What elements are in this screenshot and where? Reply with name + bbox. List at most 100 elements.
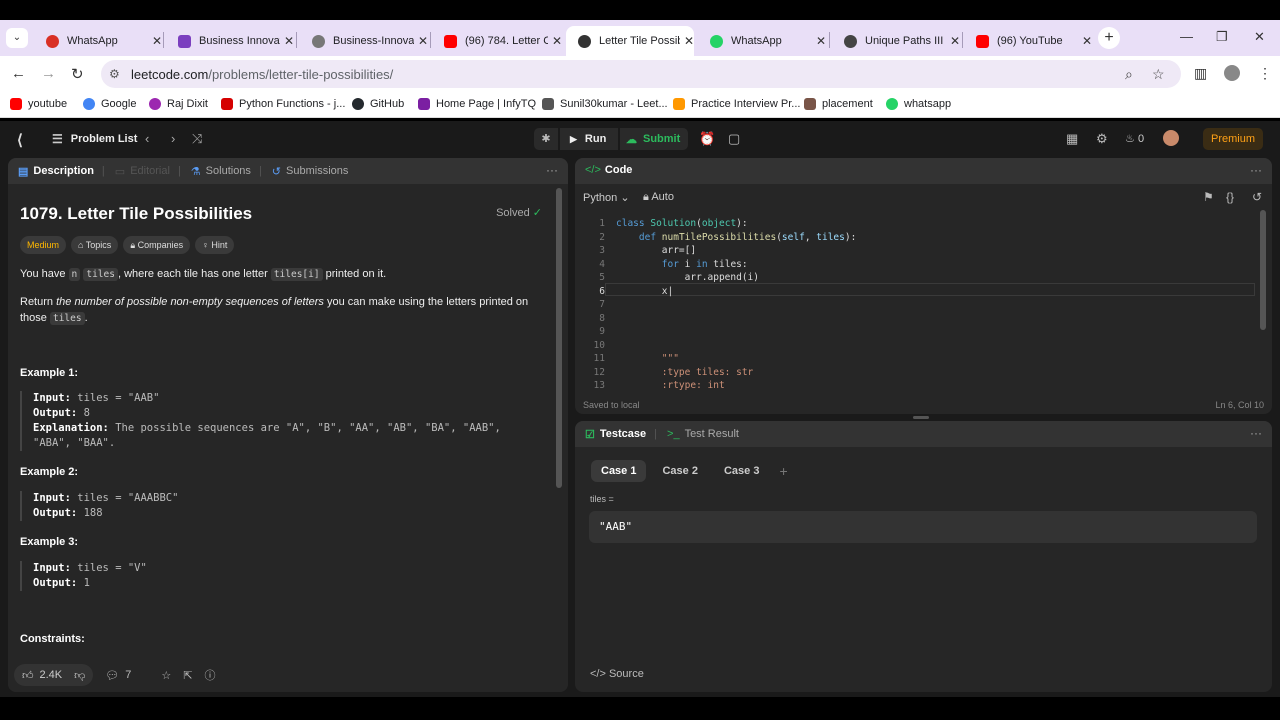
user-avatar[interactable] [1163, 130, 1179, 146]
tab-search-chevron-icon[interactable]: ⌄ [6, 28, 28, 48]
bookmark-practice-interview[interactable]: Practice Interview Pr... [673, 98, 800, 110]
bookmark-icon[interactable]: ⚑ [1203, 190, 1214, 204]
like-button[interactable]: 👍︎ 2.4K 👎︎ [14, 664, 94, 686]
site-info-icon[interactable]: ⚙ [109, 67, 120, 81]
more-menu-icon[interactable]: ⋮ [1258, 65, 1272, 82]
whatsapp-error-icon [46, 34, 59, 48]
bookmark-infytq[interactable]: Home Page | InfyTQ [418, 98, 536, 110]
more-options-icon[interactable]: ··· [546, 163, 558, 177]
alarm-clock-icon[interactable]: ⏰ [699, 131, 715, 147]
url-text: leetcode.com/problems/letter-tile-possib… [131, 67, 393, 82]
like-count: 2.4K [39, 669, 63, 681]
companies-chip[interactable]: 🔒︎ Companies [123, 236, 191, 254]
tab-testcase[interactable]: ☑ Testcase [585, 428, 646, 441]
bookmark-sunil-leetcode[interactable]: Sunil30kumar - Leet... [542, 98, 668, 110]
close-icon[interactable]: ✕ [552, 34, 562, 48]
comments-button[interactable]: 💬︎ 7 [105, 669, 131, 682]
tab-youtube[interactable]: (96) YouTube ✕ [964, 26, 1092, 56]
run-button[interactable]: ▶ Run [560, 128, 618, 150]
bookmark-google[interactable]: Google [83, 98, 136, 110]
close-icon[interactable]: ✕ [152, 34, 162, 48]
case-tab-1[interactable]: Case 1 [591, 460, 647, 482]
tab-label: Solutions [205, 165, 251, 177]
reload-icon[interactable]: ↻ [71, 65, 84, 83]
prev-problem-icon[interactable]: ‹ [145, 131, 149, 146]
format-braces-icon[interactable]: {} [1226, 190, 1234, 204]
hint-chip[interactable]: ♀ Hint [195, 236, 235, 254]
leetcode-logo-icon[interactable]: ⟨ [17, 131, 23, 149]
problem-list-button[interactable]: ☰ Problem List [52, 132, 137, 146]
next-problem-icon[interactable]: › [171, 131, 175, 146]
tab-whatsapp-1[interactable]: WhatsApp ✕ [34, 26, 162, 56]
settings-gear-icon[interactable]: ⚙ [1096, 131, 1108, 147]
back-arrow-icon[interactable]: ← [11, 65, 26, 82]
thumbs-up-icon: 👍︎ [22, 669, 34, 682]
tab-test-result[interactable]: >_ Test Result [667, 428, 739, 440]
more-options-icon[interactable]: ··· [1250, 426, 1262, 440]
close-icon[interactable]: ✕ [950, 34, 960, 48]
code-scrollbar[interactable] [1260, 210, 1266, 330]
close-icon[interactable]: ✕ [1082, 34, 1092, 48]
bookmark-whatsapp[interactable]: whatsapp [886, 98, 951, 110]
tab-separator [829, 32, 830, 48]
bookmark-placement[interactable]: placement [804, 98, 873, 110]
bookmark-star-icon[interactable]: ☆ [1152, 66, 1165, 83]
close-window-icon[interactable]: ✕ [1254, 29, 1265, 45]
source-button[interactable]: </> Source [590, 668, 644, 680]
close-icon[interactable]: ✕ [418, 34, 428, 48]
language-select[interactable]: Python ⌄ [583, 191, 630, 204]
favorite-star-icon[interactable]: ☆ [161, 669, 171, 682]
description-scrollbar[interactable] [556, 188, 562, 488]
add-case-plus-icon[interactable]: + [779, 463, 787, 479]
tab-editorial[interactable]: ▭ Editorial [115, 165, 170, 178]
thumbs-down-icon[interactable]: 👎︎ [74, 669, 85, 682]
address-bar[interactable]: ⚙ leetcode.com/problems/letter-tile-poss… [101, 60, 1181, 88]
help-icon[interactable]: ⓘ [205, 667, 216, 683]
forward-arrow-icon[interactable]: → [41, 65, 56, 82]
tab-letter-tile[interactable]: Letter Tile Possib ✕ [566, 26, 694, 56]
bookmark-label: Python Functions - j... [239, 98, 346, 110]
streak-counter[interactable]: ♨ 0 [1125, 132, 1144, 145]
new-tab-plus-icon[interactable]: + [1098, 27, 1120, 49]
tab-business-2[interactable]: Business-Innovat ✕ [300, 26, 428, 56]
close-icon[interactable]: ✕ [816, 34, 826, 48]
case-tab-2[interactable]: Case 2 [652, 460, 707, 482]
tab-unique-paths[interactable]: Unique Paths III ✕ [832, 26, 960, 56]
problem-title[interactable]: 1079. Letter Tile Possibilities [20, 204, 252, 224]
zoom-icon[interactable]: ⌕ [1125, 66, 1133, 83]
param-input[interactable]: "AAB" [589, 511, 1257, 543]
close-icon[interactable]: ✕ [284, 34, 294, 48]
share-icon[interactable]: ⇱ [183, 669, 192, 682]
notes-icon[interactable]: ▢ [728, 131, 740, 147]
testcase-panel: ☑ Testcase | >_ Test Result ··· Case 1 Cas… [575, 421, 1272, 692]
maximize-icon[interactable]: ❐ [1216, 29, 1228, 45]
tab-whatsapp-2[interactable]: WhatsApp ✕ [698, 26, 826, 56]
close-icon[interactable]: ✕ [684, 34, 694, 48]
code-editor[interactable]: class Solution(object): def numTilePossi… [616, 217, 856, 393]
bookmark-github[interactable]: GitHub [352, 98, 404, 110]
panel-resize-handle[interactable] [913, 416, 929, 419]
tab-youtube-784[interactable]: (96) 784. Letter C ✕ [432, 26, 562, 56]
tab-submissions[interactable]: ↺ Submissions [272, 165, 349, 178]
bookmark-raj-dixit[interactable]: Raj Dixit [149, 98, 208, 110]
more-options-icon[interactable]: ··· [1250, 163, 1262, 177]
layout-icon[interactable]: ▦ [1066, 131, 1078, 147]
tab-solutions[interactable]: ⚗ Solutions [191, 165, 251, 178]
bookmark-python-functions[interactable]: Python Functions - j... [221, 98, 345, 110]
reset-icon[interactable]: ↺ [1252, 190, 1262, 204]
debugger-icon[interactable]: ✱ [534, 128, 558, 150]
side-panel-icon[interactable]: ▥ [1194, 65, 1207, 82]
minimize-icon[interactable]: — [1180, 29, 1193, 44]
profile-avatar-icon[interactable] [1224, 65, 1240, 81]
constraints-title: Constraints: [20, 633, 85, 645]
submit-button[interactable]: ☁ Submit [620, 128, 688, 150]
bookmark-youtube[interactable]: youtube [10, 98, 67, 110]
case-tab-3[interactable]: Case 3 [714, 460, 769, 482]
topics-chip[interactable]: ⌂ Topics [71, 236, 119, 254]
shuffle-icon[interactable]: ⤨ [192, 131, 202, 147]
autocomplete-toggle[interactable]: 🔒︎ Auto [643, 191, 674, 204]
tab-business-1[interactable]: Business Innovat ✕ [166, 26, 294, 56]
tab-description[interactable]: ▤ Description [18, 165, 94, 178]
youtube-icon [444, 34, 457, 48]
premium-button[interactable]: Premium [1203, 128, 1263, 150]
